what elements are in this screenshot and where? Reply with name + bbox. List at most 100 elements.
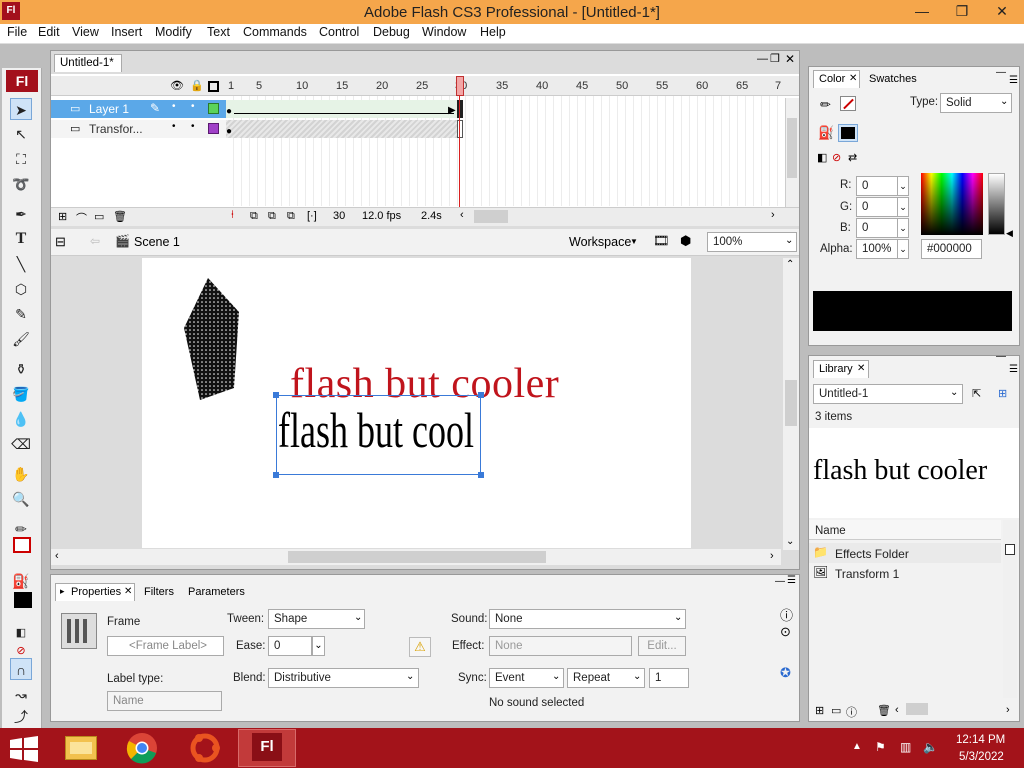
stage-text-black[interactable]: flash but cool <box>278 402 474 458</box>
library-item[interactable]: Transform 1 <box>835 567 899 581</box>
properties-icon[interactable]: ⓘ <box>846 704 857 720</box>
edit-in-place-icon[interactable]: ⊙ <box>780 624 791 640</box>
tab-properties-label[interactable]: Properties <box>71 586 121 598</box>
menu-help[interactable]: Help <box>480 25 506 39</box>
lock-all-icon[interactable]: 🔒 <box>190 79 204 92</box>
tab-swatches[interactable]: Swatches <box>869 73 917 85</box>
r-slider-button[interactable]: ⌄ <box>897 176 909 196</box>
doc-minimize-icon[interactable]: — <box>757 53 768 65</box>
edit-sound-button[interactable]: Edit... <box>638 636 686 656</box>
help-icon[interactable]: ⓘ <box>780 605 793 624</box>
collapse-arrow-icon[interactable]: ▸ <box>60 586 65 597</box>
doc-restore-icon[interactable]: ❐ <box>770 52 780 65</box>
menu-insert[interactable]: Insert <box>111 25 142 39</box>
fill-color-chip[interactable] <box>841 127 855 139</box>
panel-menu-icon[interactable]: ☰ <box>787 575 796 586</box>
show-hidden-icons-icon[interactable]: ▲ <box>852 741 862 752</box>
close-button[interactable]: ✕ <box>982 0 1022 24</box>
center-frame-icon[interactable]: ⍿ <box>231 209 234 222</box>
brightness-slider[interactable] <box>988 173 1005 235</box>
hand-tool-icon[interactable]: ✋ <box>10 463 32 485</box>
hex-input[interactable]: #000000 <box>921 239 982 259</box>
action-center-flag-icon[interactable]: ⚑ <box>875 740 886 754</box>
r-input[interactable]: 0 <box>856 176 898 196</box>
layer-outline-color[interactable] <box>208 103 219 114</box>
scroll-down-icon[interactable]: ⌄ <box>786 536 794 547</box>
tab-parameters[interactable]: Parameters <box>188 586 245 598</box>
timeline-hscroll-thumb[interactable] <box>474 210 508 223</box>
visibility-dot[interactable]: • <box>172 121 176 132</box>
layer-name[interactable]: Layer 1 <box>89 102 129 116</box>
doc-close-icon[interactable]: ✕ <box>785 52 795 66</box>
menu-text[interactable]: Text <box>207 25 230 39</box>
blend-select[interactable]: Distributive <box>268 668 419 688</box>
dotted-pentagon-shape[interactable] <box>180 276 244 402</box>
show-hide-all-icon[interactable]: 👁 <box>170 79 184 92</box>
zoom-select[interactable]: 100% <box>707 232 797 252</box>
effect-select[interactable]: None <box>489 636 632 656</box>
close-tab-icon[interactable]: ✕ <box>124 586 132 597</box>
free-transform-tool-icon[interactable]: ⛶ <box>10 148 32 170</box>
paint-bucket-tool-icon[interactable]: 🪣 <box>10 383 32 405</box>
ease-input[interactable]: 0 <box>268 636 312 656</box>
b-slider-button[interactable]: ⌄ <box>897 218 909 238</box>
menu-edit[interactable]: Edit <box>38 25 60 39</box>
ink-bottle-tool-icon[interactable]: ⚱ <box>10 358 32 380</box>
swap-colors-icon[interactable]: ⇄ <box>848 151 857 164</box>
g-input[interactable]: 0 <box>856 197 898 217</box>
fill-bucket-icon[interactable]: ⛽ <box>818 125 834 141</box>
pen-tool-icon[interactable]: ✒ <box>10 203 32 225</box>
label-type-select[interactable]: Name <box>107 691 222 711</box>
sound-select[interactable]: None <box>489 609 686 629</box>
panel-minimize-icon[interactable]: — <box>996 67 1006 78</box>
library-hscroll-thumb[interactable] <box>906 703 928 715</box>
color-spectrum-picker[interactable] <box>921 173 983 235</box>
stage-hscroll-thumb[interactable] <box>288 551 546 563</box>
volume-muted-icon[interactable]: 🔈 <box>923 740 938 754</box>
selection-handle[interactable] <box>273 392 279 398</box>
lock-dot[interactable]: • <box>191 101 195 112</box>
stroke-swatch[interactable] <box>13 537 31 553</box>
edit-symbols-icon[interactable]: ⬢ <box>680 233 691 249</box>
edit-scene-icon[interactable]: 🎞 <box>653 233 670 249</box>
tab-color-label[interactable]: Color <box>819 73 845 85</box>
zoom-tool-icon[interactable]: 🔍 <box>10 488 32 510</box>
stage-vscroll-thumb[interactable] <box>785 380 797 426</box>
lasso-tool-icon[interactable]: ➰ <box>10 173 32 195</box>
tween-span-transform[interactable] <box>226 120 459 138</box>
selection-handle[interactable] <box>478 472 484 478</box>
playhead[interactable] <box>456 76 464 96</box>
modify-onion-markers-icon[interactable]: [·] <box>307 210 317 222</box>
panel-minimize-icon[interactable]: — <box>996 351 1006 362</box>
scroll-left-icon[interactable]: ‹ <box>895 704 899 716</box>
ease-slider-button[interactable]: ⌄ <box>312 636 325 656</box>
edit-multiple-frames-icon[interactable]: ⧉ <box>287 210 295 223</box>
name-column-header[interactable]: Name <box>815 525 846 537</box>
network-icon[interactable]: ▥ <box>900 740 911 754</box>
tween-select[interactable]: Shape <box>268 609 365 629</box>
fill-swatch[interactable] <box>14 592 32 608</box>
windows-start-icon[interactable] <box>10 736 38 762</box>
timeline-toggle-icon[interactable]: ⊟ <box>55 234 66 250</box>
panel-menu-icon[interactable]: ☰ <box>1009 364 1018 375</box>
tab-library-label[interactable]: Library <box>819 363 853 375</box>
chrome-icon[interactable] <box>125 731 159 765</box>
brush-tool-icon[interactable]: 🖌 <box>10 328 32 350</box>
new-folder-icon[interactable]: ▭ <box>831 704 841 717</box>
b-input[interactable]: 0 <box>856 218 898 238</box>
menu-view[interactable]: View <box>72 25 99 39</box>
line-tool-icon[interactable]: ╲ <box>10 253 32 275</box>
menu-modify[interactable]: Modify <box>155 25 192 39</box>
clock-date[interactable]: 5/3/2022 <box>959 751 1004 763</box>
layer-outline-color[interactable] <box>208 123 219 134</box>
close-tab-icon[interactable]: ✕ <box>857 363 865 374</box>
selection-handle[interactable] <box>273 472 279 478</box>
smooth-icon[interactable]: ↝ <box>10 684 32 706</box>
selection-handle[interactable] <box>478 392 484 398</box>
pencil-tool-icon[interactable]: ✎ <box>10 303 32 325</box>
eyedropper-tool-icon[interactable]: 💧 <box>10 408 32 430</box>
menu-file[interactable]: File <box>7 25 27 39</box>
onion-outlines-icon[interactable]: ⧉ <box>268 210 276 223</box>
menu-window[interactable]: Window <box>422 25 466 39</box>
delete-layer-icon[interactable]: 🗑 <box>113 210 127 223</box>
